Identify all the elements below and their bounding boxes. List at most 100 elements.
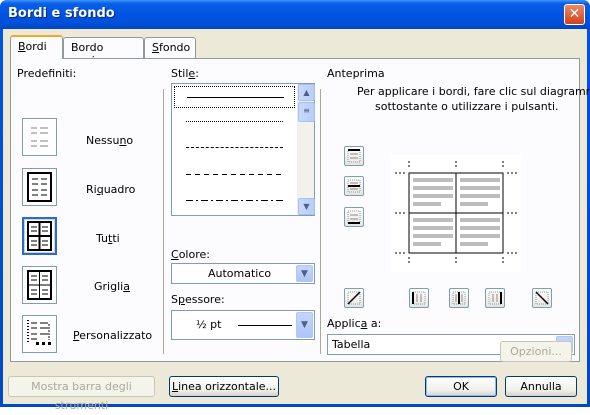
style-line-dotted[interactable]	[186, 121, 283, 122]
tab-bordi[interactable]: Bordi	[10, 35, 63, 59]
preset-custom-glyph	[27, 320, 51, 345]
preset-grid-pre: Grigli	[94, 280, 124, 293]
style-heading-pre: Stil	[171, 67, 189, 80]
tab-panel: Predefiniti: Nessuno Riquadro Tutti Grig…	[10, 58, 590, 362]
dialog-body: Bordi Bordo pagina Sfondo Predefiniti:	[3, 29, 590, 412]
border-left-icon	[412, 291, 426, 305]
width-heading: Spessore:	[171, 293, 225, 306]
style-line-dash-dot[interactable]	[186, 200, 283, 201]
horizontal-line-post: inea orizzontale...	[178, 380, 277, 393]
cancel-button[interactable]: Annulla	[505, 376, 577, 397]
preset-none-label[interactable]: Nessuno	[86, 134, 133, 147]
inside-vertical-border-button[interactable]	[449, 288, 469, 308]
tab-bordo-pagina-pre: Bordo	[71, 41, 104, 54]
color-value: Automatico	[208, 267, 272, 280]
apply-to-heading: Applica a:	[327, 317, 381, 330]
scroll-down-icon[interactable]: ▼	[298, 198, 315, 215]
width-heading-pre: S	[171, 293, 178, 306]
color-heading: Colore:	[171, 248, 210, 261]
border-inside-h-icon	[347, 179, 361, 193]
width-heading-mnemonic: p	[177, 293, 185, 306]
preview-instructions-2: sottostante o utilizzare i pulsanti.	[375, 100, 559, 113]
preset-grid-mnemonic: a	[123, 280, 130, 293]
border-top-icon	[347, 149, 361, 163]
apply-to-heading-pre: Applic	[327, 317, 361, 330]
title-bar[interactable]: Bordi e sfondo ✕	[0, 0, 590, 29]
dialog-window: Bordi e sfondo ✕ Bordi Bordo pagina Sfon…	[0, 0, 590, 412]
bottom-border-button[interactable]	[344, 207, 364, 227]
preview-instructions-1: Per applicare i bordi, fare clic sul dia…	[357, 85, 590, 98]
tab-sfondo-mnemonic: S	[152, 41, 159, 54]
apply-to-value: Tabella	[332, 338, 371, 351]
style-line-dashed[interactable]	[186, 174, 283, 175]
preset-box-glyph	[27, 172, 52, 202]
width-combo[interactable]: ½ pt ▼	[171, 310, 315, 340]
close-button[interactable]: ✕	[564, 4, 585, 25]
style-scrollbar[interactable]: ▲ ≡ ▼	[297, 84, 315, 215]
preset-box-post: uadro	[103, 183, 136, 196]
style-line-solid	[187, 97, 284, 98]
style-item-selected[interactable]	[174, 86, 295, 108]
preset-box-pre: Ri	[86, 183, 97, 196]
color-heading-post: olore:	[178, 248, 210, 261]
diagonal-up-icon	[347, 291, 361, 305]
presets-heading: Predefiniti:	[17, 67, 77, 80]
border-bottom-icon	[347, 210, 361, 224]
separator-2	[320, 89, 321, 354]
preset-custom-label[interactable]: Personalizzato	[73, 329, 152, 342]
style-heading: Stile:	[171, 67, 199, 80]
chevron-down-icon[interactable]: ▼	[296, 265, 313, 282]
scroll-thumb[interactable]: ≡	[298, 102, 315, 122]
horizontal-line-button[interactable]: Linea orizzontale...	[169, 376, 279, 397]
ok-button[interactable]: OK	[425, 376, 497, 397]
preview-diagram[interactable]	[391, 155, 521, 272]
tab-bordo-pagina[interactable]: Bordo pagina	[63, 37, 144, 67]
style-line-dashed-small[interactable]	[186, 147, 283, 148]
diagonal-down-border-button[interactable]	[344, 288, 364, 308]
tab-sfondo-label: fondo	[158, 41, 191, 54]
preset-none-icon[interactable]	[22, 118, 57, 156]
chevron-down-icon[interactable]: ▼	[296, 312, 313, 338]
separator-1	[163, 89, 164, 354]
preset-none-glyph	[31, 127, 48, 147]
preset-grid-label[interactable]: Griglia	[94, 280, 130, 293]
window-title: Bordi e sfondo	[8, 6, 115, 21]
preset-all-post: ti	[112, 232, 120, 245]
preset-none-pre: Nessu	[86, 134, 120, 147]
preset-all-label[interactable]: Tutti	[96, 232, 120, 245]
border-right-icon	[488, 291, 502, 305]
options-button[interactable]: Opzioni...	[500, 341, 572, 362]
preset-all-glyph	[27, 221, 52, 251]
scroll-up-icon[interactable]: ▲	[298, 84, 315, 101]
show-toolbar-button[interactable]: Mostra barra degli strumenti	[8, 376, 155, 412]
preset-all-pre: Tu	[96, 232, 109, 245]
preview-heading: Anteprima	[327, 67, 385, 80]
width-value: ½ pt	[196, 318, 222, 331]
top-border-button[interactable]	[344, 146, 364, 166]
diagonal-down-icon	[535, 291, 549, 305]
color-combo[interactable]: Automatico ▼	[171, 263, 315, 284]
tab-sfondo[interactable]: Sfondo	[144, 37, 196, 58]
preset-box-label[interactable]: Riquadro	[86, 183, 135, 196]
preset-box-mnemonic: q	[96, 183, 104, 196]
preset-custom-post: ersonalizzato	[79, 329, 153, 342]
tab-bordi-mnemonic: B	[18, 40, 26, 53]
close-icon: ✕	[568, 6, 581, 22]
left-border-button[interactable]	[409, 288, 429, 308]
style-listbox[interactable]: ▲ ≡ ▼	[171, 83, 315, 216]
tab-bordi-label: ordi	[25, 40, 47, 53]
preset-grid-glyph	[27, 270, 52, 300]
preview-table-graphic	[395, 161, 517, 265]
border-inside-v-icon	[452, 291, 466, 305]
width-heading-post: essore:	[184, 293, 225, 306]
width-line-sample	[238, 325, 292, 326]
style-heading-post: :	[195, 67, 199, 80]
preset-none-post: o	[126, 134, 134, 147]
right-border-button[interactable]	[485, 288, 505, 308]
diagonal-up-border-button[interactable]	[532, 288, 552, 308]
preset-box-icon[interactable]	[22, 168, 57, 206]
preset-custom-icon[interactable]	[22, 315, 57, 353]
inside-horizontal-border-button[interactable]	[344, 176, 364, 196]
preset-grid-icon[interactable]	[22, 266, 57, 304]
preset-all-icon[interactable]	[22, 217, 57, 255]
